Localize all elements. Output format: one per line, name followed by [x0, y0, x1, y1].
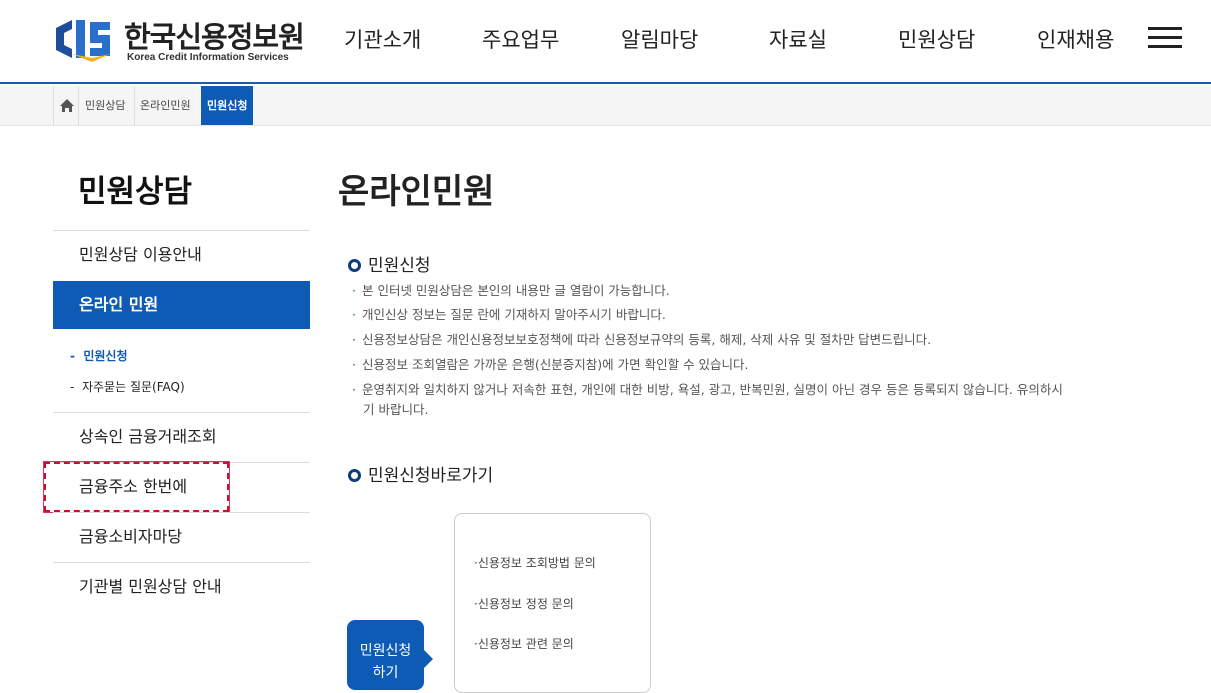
gnb-item-civil[interactable]: 민원상담: [898, 24, 975, 56]
gnb-item-business[interactable]: 주요업무: [482, 24, 559, 56]
focus-outline: [43, 461, 230, 513]
site-logo[interactable]: 한국신용정보원 Korea Credit Information Service…: [52, 14, 305, 66]
gnb-item-notice[interactable]: 알림마당: [621, 24, 698, 56]
notice-bullet: · 개인신상 정보는 질문 란에 기재하지 말아주시기 바랍니다.: [352, 307, 666, 322]
shortcut-link-correction[interactable]: ·신용정보 정정 문의: [474, 595, 574, 612]
lnb-sub-faq[interactable]: - 자주묻는 질문(FAQ): [70, 378, 185, 395]
lnb-sub-apply[interactable]: - 민원신청: [70, 347, 128, 364]
logo-english-name: Korea Credit Information Services: [127, 52, 289, 63]
notice-bullet: · 운영취지와 일치하지 않거나 저속한 표현, 개인에 대한 비방, 욕설, 광…: [352, 382, 1063, 397]
shortcut-link-related[interactable]: ·신용정보 관련 문의: [474, 635, 574, 652]
breadcrumb: 민원상담 온라인민원 민원신청: [0, 86, 1211, 126]
breadcrumb-item-civil[interactable]: 민원상담: [85, 86, 125, 125]
gnb-item-about[interactable]: 기관소개: [344, 24, 421, 56]
lnb-item-institution-guide[interactable]: 기관별 민원상담 안내: [53, 563, 310, 611]
notice-bullet: · 신용정보 조회열람은 가까운 은행(신분증지참)에 가면 확인할 수 있습니다…: [352, 357, 749, 372]
lnb-title: 민원상담: [78, 174, 193, 210]
lnb-item-online-civil[interactable]: 온라인 민원: [53, 281, 310, 329]
section-title-apply: 민원신청: [348, 251, 431, 276]
notice-bullet-continued: 기 바랍니다.: [363, 402, 429, 417]
site-header: 한국신용정보원 Korea Credit Information Service…: [0, 0, 1211, 84]
arrow-right-icon: [424, 650, 433, 668]
gnb-item-library[interactable]: 자료실: [769, 24, 827, 56]
kcis-logo-icon: [56, 20, 110, 62]
lnb-item-consumer[interactable]: 금융소비자마당: [53, 513, 310, 561]
home-icon[interactable]: [53, 86, 79, 125]
circle-bullet-icon: [348, 469, 361, 482]
page-title: 온라인민원: [338, 172, 495, 212]
notice-bullet: · 본 인터넷 민원상담은 본인의 내용만 글 열람이 가능합니다.: [352, 283, 670, 298]
logo-korean-name: 한국신용정보원: [124, 20, 305, 54]
lnb-item-guide[interactable]: 민원상담 이용안내: [53, 231, 310, 279]
breadcrumb-item-current[interactable]: 민원신청: [201, 86, 254, 125]
section-title-shortcut: 민원신청바로가기: [348, 461, 493, 486]
gnb-item-recruit[interactable]: 인재채용: [1037, 24, 1114, 56]
menu-icon[interactable]: [1148, 27, 1182, 49]
breadcrumb-item-online[interactable]: 온라인민원: [140, 86, 191, 125]
lnb-item-inheritance[interactable]: 상속인 금융거래조회: [53, 413, 310, 461]
notice-bullet: · 신용정보상담은 개인신용정보보호정책에 따라 신용정보규약의 등록, 해제, …: [352, 332, 932, 347]
circle-bullet-icon: [348, 259, 361, 272]
apply-civil-button[interactable]: 민원신청 하기: [347, 620, 424, 690]
shortcut-link-inquiry-method[interactable]: ·신용정보 조회방법 문의: [474, 554, 596, 571]
